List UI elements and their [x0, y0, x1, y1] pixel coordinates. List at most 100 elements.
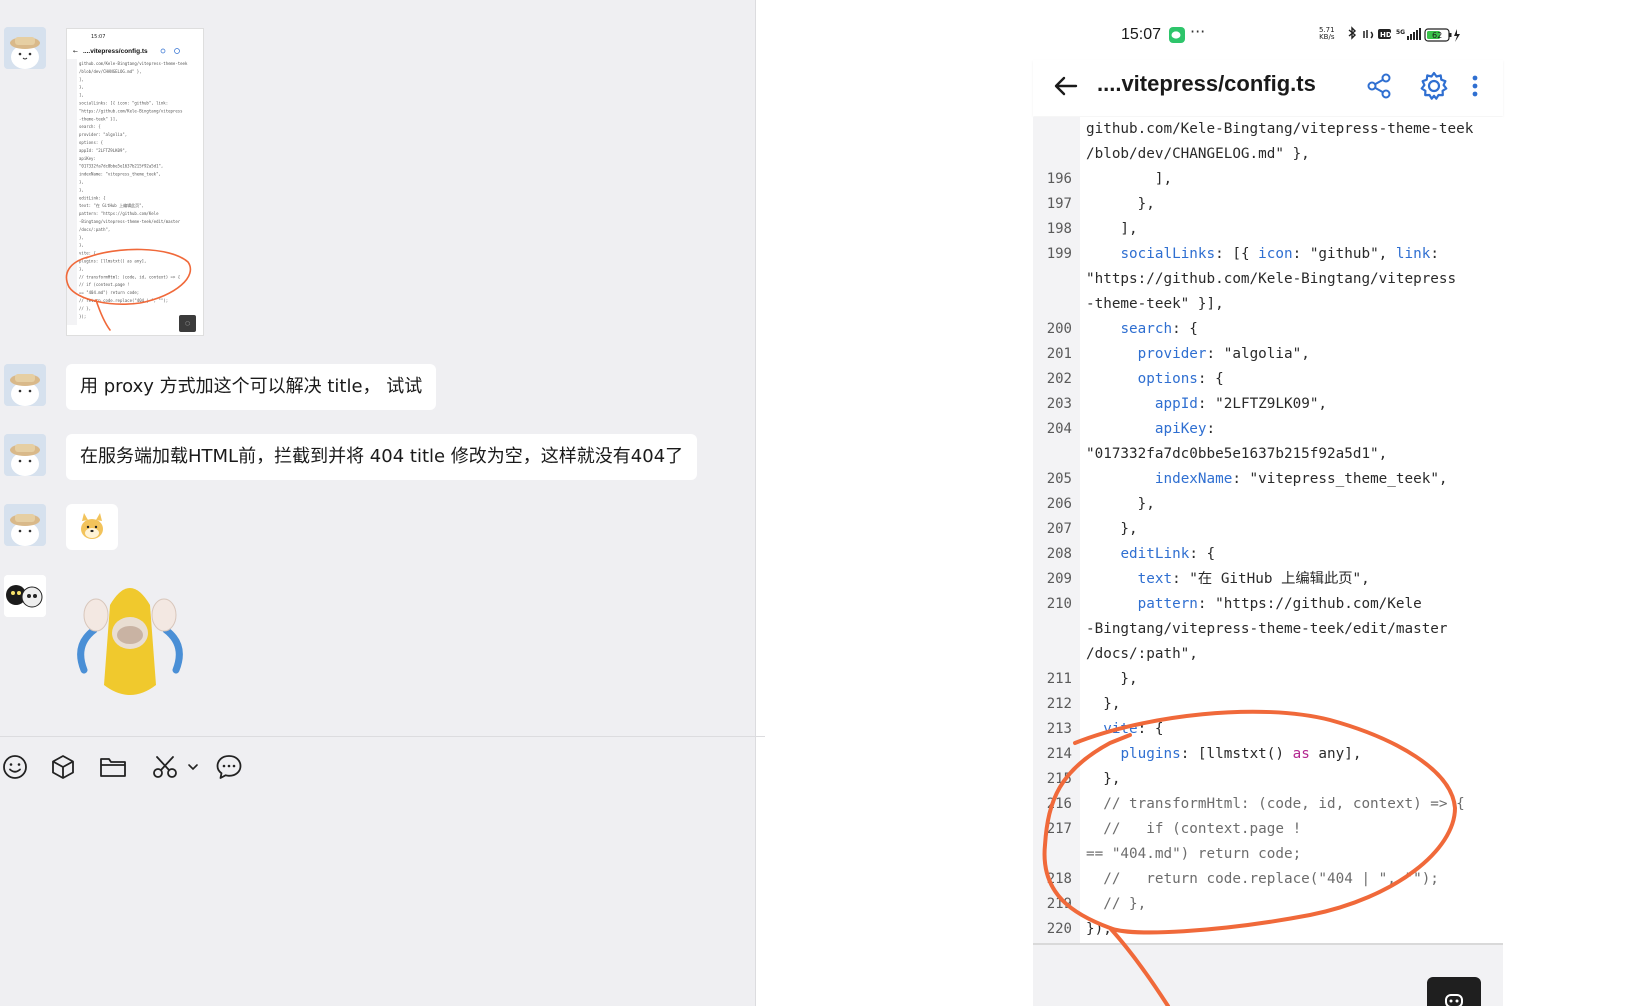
line-number: 201 [1046, 346, 1072, 362]
code-line: 219 // }, [1033, 892, 1503, 917]
gear-icon[interactable] [1417, 69, 1451, 103]
status-icons: HD 5G 62 [1348, 26, 1460, 42]
code-line: 214 plugins: [llmstxt() as any], [1033, 742, 1503, 767]
thumbnail-code-line: apiKey: [79, 156, 96, 161]
avatar[interactable] [4, 27, 46, 69]
thumbnail-code-line: -Bingtang/vitepress-theme-teek/edit/mast… [79, 219, 181, 224]
code-text: pattern: "https://github.com/Kele [1137, 596, 1422, 612]
more-vertical-icon[interactable] [1465, 70, 1485, 102]
code-line: 218 // return code.replace("404 | ", "")… [1033, 867, 1503, 892]
line-number: 213 [1046, 721, 1072, 737]
back-arrow-icon[interactable] [1051, 71, 1081, 101]
thumbnail-code-line: // transformHtml: (code, id, context) =>… [79, 274, 180, 279]
code-text: }, [1086, 521, 1138, 537]
screen-toggle-icon[interactable]: ◌ [179, 315, 196, 332]
code-text: }, [1086, 496, 1155, 512]
cat-avatar-icon [4, 504, 46, 546]
code-text: options: { [1137, 371, 1224, 387]
code-line: /blob/dev/CHANGELOG.md" }, [1033, 142, 1503, 167]
code-line: 205 indexName: "vitepress_theme_teek", [1033, 467, 1503, 492]
pane-divider[interactable] [755, 0, 756, 1006]
thumbnail-code-line: "https://github.com/Kele-Bingtang/vitepr… [79, 108, 183, 113]
avatar[interactable] [4, 434, 46, 476]
thumbnail-code-line: vite: { [79, 251, 96, 256]
package-icon[interactable] [48, 752, 78, 782]
code-viewer[interactable]: github.com/Kele-Bingtang/vitepress-theme… [1033, 117, 1503, 943]
code-line: == "404.md") return code; [1033, 842, 1503, 867]
floating-action-button[interactable] [1427, 977, 1481, 1006]
code-text: "017332fa7dc0bbe5e1637b215f92a5d1", [1086, 446, 1388, 462]
line-number: 198 [1046, 221, 1072, 237]
app-bar: ....vitepress/config.ts [1033, 60, 1503, 116]
thumbnail-code-line: }); [79, 314, 86, 319]
network-speed: 5.71 KB/s [1319, 27, 1335, 41]
banana-cat-sticker-icon[interactable] [64, 575, 196, 705]
net-speed-unit: KB/s [1319, 33, 1335, 41]
line-number: 205 [1046, 471, 1072, 487]
avatar[interactable] [4, 575, 46, 617]
chevron-down-icon[interactable] [185, 752, 201, 782]
share-icon[interactable] [1363, 70, 1395, 102]
overflow-notification-dots: ··· [1190, 22, 1206, 41]
code-text: "https://github.com/Kele-Bingtang/vitepr… [1086, 271, 1457, 287]
message-bubble[interactable] [66, 504, 118, 550]
thumbnail-code-line: // if (context.page ! [79, 282, 130, 287]
thumbnail-code-line: "017332fa7dc0bbe5e1637b215f92a5d1", [79, 164, 163, 169]
thumbnail-code-line: socialLinks: [{ icon: "github", link: [79, 101, 168, 106]
line-number: 203 [1046, 396, 1072, 412]
code-text: vite: { [1103, 721, 1164, 737]
code-line: 198 ], [1033, 217, 1503, 242]
doge-emoji-icon [81, 513, 103, 539]
folder-icon[interactable] [98, 752, 128, 782]
wechat-notification-icon [1169, 27, 1185, 43]
line-number: 204 [1046, 421, 1072, 437]
line-number: 196 [1046, 171, 1072, 187]
code-line: "https://github.com/Kele-Bingtang/vitepr… [1033, 267, 1503, 292]
battery-icon: 62 [1424, 28, 1460, 42]
avatar[interactable] [4, 504, 46, 546]
svg-text:HD: HD [1380, 31, 1392, 39]
svg-text:5G: 5G [1396, 29, 1405, 36]
line-number: 197 [1046, 196, 1072, 212]
message-bubble[interactable]: 用 proxy 方式加这个可以解决 title， 试试 [66, 364, 437, 410]
code-text: -Bingtang/vitepress-theme-teek/edit/mast… [1086, 621, 1448, 637]
line-number: 209 [1046, 571, 1072, 587]
thumbnail-code-line: text: "在 GitHub 上编辑此页", [79, 202, 144, 208]
code-text: == "404.md") return code; [1086, 846, 1302, 862]
code-line: /docs/:path", [1033, 642, 1503, 667]
code-text: socialLinks: [{ icon: "github", link: [1120, 246, 1439, 262]
code-line: -theme-teek" }], [1033, 292, 1503, 317]
thumbnail-code-line: }, [79, 235, 84, 240]
thumbnail-code-line: editLink: { [79, 195, 106, 200]
thumbnail-code-line: // }, [79, 306, 91, 311]
code-text: plugins: [llmstxt() as any], [1120, 746, 1362, 762]
code-text: text: "在 GitHub 上编辑此页", [1137, 571, 1370, 587]
scissors-icon[interactable] [150, 752, 180, 782]
code-text: provider: "algolia", [1137, 346, 1310, 362]
code-line: 204 apiKey: [1033, 417, 1503, 442]
line-number: 218 [1046, 871, 1072, 887]
cat-avatar-icon [4, 27, 46, 69]
thumbnail-code-line: // return code.replace("404 | ", ""); [79, 298, 168, 303]
line-number: 200 [1046, 321, 1072, 337]
panda-avatar-icon [4, 575, 46, 617]
message-bubble[interactable]: 在服务端加载HTML前，拦截到并将 404 title 修改为空，这样就没有40… [66, 434, 698, 480]
code-line: 207 }, [1033, 517, 1503, 542]
thumbnail-code-line: appId: "2LFTZ9LK09", [79, 148, 127, 153]
avatar[interactable] [4, 364, 46, 406]
code-line: 220}); [1033, 917, 1503, 942]
code-text: search: { [1120, 321, 1198, 337]
copilot-icon [1445, 994, 1463, 1006]
message-input[interactable] [0, 800, 755, 1006]
code-text: ], [1086, 171, 1173, 187]
chat-bubble-icon[interactable] [214, 752, 244, 782]
shared-screenshot-image[interactable]: 15:07 ← ....vitepress/config.ts github.c… [66, 28, 204, 336]
composer-toolbar [0, 752, 320, 786]
code-line: "017332fa7dc0bbe5e1637b215f92a5d1", [1033, 442, 1503, 467]
smiley-icon[interactable] [0, 752, 30, 782]
code-text: indexName: "vitepress_theme_teek", [1154, 471, 1448, 487]
line-number: 220 [1046, 921, 1072, 937]
line-number: 217 [1046, 821, 1072, 837]
svg-text:15:07: 15:07 [91, 34, 105, 40]
line-number: 210 [1046, 596, 1072, 612]
